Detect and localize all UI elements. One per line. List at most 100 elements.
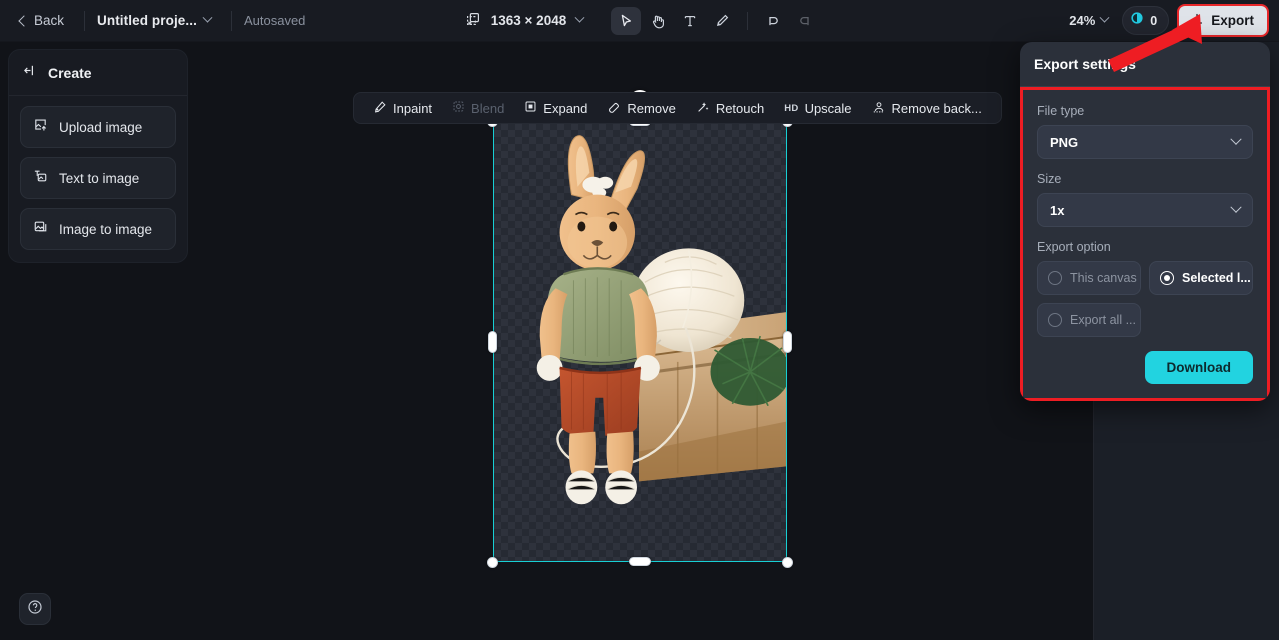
divider [747,11,749,30]
credit-coin-icon [1130,11,1144,30]
export-option-export-all[interactable]: Export all ... [1037,303,1141,337]
toolbar-blend[interactable]: Blend [443,95,513,121]
export-option-selected-layer[interactable]: Selected l... [1149,261,1253,295]
toolbar-retouch[interactable]: Retouch [687,95,773,122]
zoom-control[interactable]: 24% [1063,9,1114,32]
sidebar-item-label-text-to-image: Text to image [59,170,140,186]
chevron-down-icon [574,12,585,23]
sidebar-item-label-upload-image: Upload image [59,119,143,135]
blend-icon [452,100,465,116]
sidebar-title: Create [48,65,92,81]
sidebar-item-label-image-to-image: Image to image [59,221,153,237]
file-type-label: File type [1037,104,1085,118]
toolbar-remove-label: Remove [627,100,676,116]
selected-image-group[interactable] [487,90,793,568]
export-option-label-export-all: Export all ... [1070,313,1136,327]
top-bar: Back Untitled proje... Autosaved 1363 × [0,0,1279,42]
canvas-resize-icon [465,11,481,30]
select-tool[interactable] [611,6,642,35]
radio-icon [1048,271,1062,285]
radio-selected-icon [1160,271,1174,285]
canvas-size-control[interactable]: 1363 × 2048 [459,7,589,34]
toolbar-expand[interactable]: Expand [515,95,596,121]
sidebar-item-upload-image[interactable]: Upload image [20,106,176,148]
redo-tool[interactable] [790,7,820,35]
sidebar-item-list: Upload image Text to image Image to imag… [9,96,187,250]
project-name[interactable]: Untitled proje... [97,13,197,28]
image-context-toolbar: Inpaint Blend Expand Remove Retouch HD U… [353,92,1002,124]
toolbar-remove-background-label: Remove back... [891,100,982,116]
toolbar-remove-background[interactable]: Remove back... [863,95,991,122]
toolbar-expand-label: Expand [543,100,588,116]
hand-tool[interactable] [643,7,673,35]
undo-tool[interactable] [758,7,788,35]
back-button[interactable]: Back [10,8,72,33]
resize-handle-middle-left[interactable] [488,331,497,353]
image-to-image-icon [33,219,48,239]
zoom-level-label: 24% [1069,13,1096,28]
text-tool[interactable] [675,7,705,35]
size-label: Size [1037,172,1062,186]
divider [230,10,232,31]
download-button[interactable]: Download [1144,351,1253,384]
help-circle-icon [27,599,43,620]
export-option-this-canvas[interactable]: This canvas [1037,261,1141,295]
export-settings-title: Export settings [1034,56,1136,72]
chevron-down-icon [203,12,213,23]
toolbar-upscale-label: Upscale [804,100,852,116]
toolbar-inpaint[interactable]: Inpaint [364,95,441,122]
export-option-group: This canvas Selected l... Export all ... [1037,261,1253,337]
top-bar-left: Back Untitled proje... Autosaved [0,0,305,41]
size-select[interactable]: 1x [1037,193,1253,227]
help-button[interactable] [19,593,51,625]
expand-icon [524,100,537,116]
sidebar-header: Create [9,50,187,96]
chevron-down-icon [1230,201,1242,213]
size-value: 1x [1050,202,1065,218]
autosaved-status: Autosaved [243,13,306,28]
file-type-value: PNG [1050,134,1079,150]
divider [84,10,86,31]
upload-image-icon [33,117,48,137]
sidebar-item-text-to-image[interactable]: Text to image [20,157,176,199]
remove-background-icon [872,100,886,117]
file-type-select[interactable]: PNG [1037,125,1253,159]
resize-handle-middle-right[interactable] [783,331,792,353]
selected-image[interactable] [493,122,787,562]
export-settings-header: Export settings [1020,42,1270,87]
resize-handle-bottom-left[interactable] [487,557,498,568]
remove-icon [607,100,621,117]
export-button[interactable]: Export [1177,4,1269,37]
radio-icon [1048,313,1062,327]
toolbar-inpaint-label: Inpaint [393,100,433,116]
export-option-label-selected-layer: Selected l... [1182,271,1251,285]
toolbar-remove[interactable]: Remove [598,95,684,122]
inpaint-icon [373,100,387,117]
toolbar-retouch-label: Retouch [715,100,765,116]
canvas-size-label: 1363 × 2048 [490,13,567,28]
credits-badge[interactable]: 0 [1122,6,1170,35]
retouch-icon [696,100,710,117]
resize-handle-bottom-right[interactable] [782,557,793,568]
artwork-crocheted-rabbit [536,135,786,505]
top-bar-right: 24% 0 Export [1063,0,1269,41]
export-button-label: Export [1211,13,1254,28]
text-to-image-icon [33,168,48,188]
toolbar-upscale[interactable]: HD Upscale [775,96,860,121]
chevron-left-icon [18,14,30,27]
chevron-down-icon [1230,133,1242,145]
project-menu-button[interactable] [197,10,219,32]
resize-handle-bottom-center[interactable] [629,557,651,566]
sidebar-item-image-to-image[interactable]: Image to image [20,208,176,250]
app-root: Inpaint Blend Expand Remove Retouch HD U… [0,0,1279,640]
create-sidebar: Create Upload image Text to image Image … [8,49,188,263]
export-settings-body: File type PNG Size 1x Export option This… [1020,87,1270,401]
brush-tool[interactable] [707,7,737,35]
toolbar-blend-label: Blend [471,100,505,116]
export-option-label-this-canvas: This canvas [1070,271,1137,285]
export-settings-footer: Download [1037,351,1253,384]
export-settings-panel: Export settings File type PNG Size 1x Ex… [1020,42,1270,401]
chevron-down-icon [1099,12,1110,23]
back-button-label: Back [34,13,65,28]
collapse-left-icon[interactable] [23,63,38,83]
